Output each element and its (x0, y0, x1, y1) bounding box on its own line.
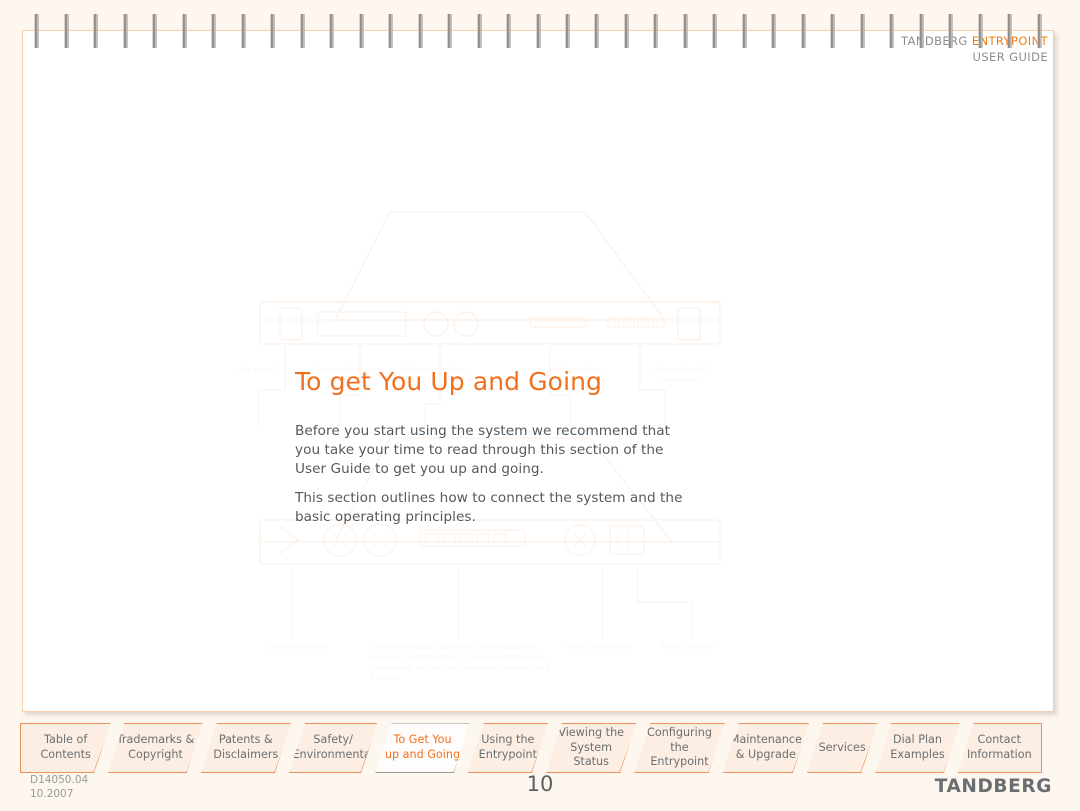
tab-label: Contact Information (966, 733, 1032, 761)
tab-label: Dial Plan Examples (890, 733, 945, 761)
tab-label: Safety/Environmental (292, 733, 374, 761)
tab-label: Configuring the Entrypoint (647, 725, 712, 769)
tab-label: Using the Entrypoint (478, 733, 537, 761)
tab-dial-plan-examples[interactable]: Dial Plan Examples (875, 723, 959, 773)
body-paragraph-1: Before you start using the system we rec… (295, 422, 670, 478)
tab-using-the-entrypoint[interactable]: Using the Entrypoint (468, 723, 548, 773)
tab-divider-chevron-icon (943, 724, 961, 774)
tab-to-get-you-up-and-going[interactable]: To Get You up and Going (375, 723, 469, 773)
tab-table-of-contents[interactable]: Table of Contents (20, 723, 110, 773)
tab-divider-chevron-icon (531, 724, 549, 774)
tab-divider-chevron-icon (360, 724, 378, 774)
tab-configuring-the-entrypoint[interactable]: Configuring the Entrypoint (634, 723, 724, 773)
page-header: TANDBERG ENTRYPOINT USER GUIDE (901, 34, 1048, 65)
tab-divider-chevron-icon (186, 724, 204, 774)
header-brand: TANDBERG (901, 34, 968, 48)
tab-maintenance-upgrade[interactable]: Maintenance & Upgrade (723, 723, 809, 773)
tab-divider-chevron-icon (708, 724, 726, 774)
tab-divider-chevron-icon (792, 724, 810, 774)
tab-viewing-the-system-status[interactable]: Viewing the System Status (546, 723, 636, 773)
tab-label: Patents & Disclaimers (213, 733, 279, 761)
tab-label: Services (818, 740, 866, 754)
tab-divider-chevron-icon (453, 724, 471, 774)
tab-patents-disclaimers[interactable]: Patents & Disclaimers (201, 723, 291, 773)
tab-label: To Get You up and Going (384, 733, 461, 761)
tab-services[interactable]: Services (807, 723, 877, 773)
footer-logo: TANDBERG (934, 776, 1052, 797)
body-paragraph-2: This section outlines how to connect the… (295, 489, 683, 526)
tab-divider-chevron-icon (274, 724, 292, 774)
tab-label: Table of Contents (40, 733, 91, 761)
tab-divider-chevron-icon (619, 724, 637, 774)
header-product: ENTRYPOINT (971, 34, 1048, 48)
header-brandline: TANDBERG ENTRYPOINT (901, 34, 1048, 50)
tab-trademarks-copyright[interactable]: Trademarks & Copyright (108, 723, 202, 773)
tab-label: Trademarks & Copyright (116, 733, 195, 761)
document-canvas: TANDBERG ENTRYPOINT USER GUIDE To get Yo… (0, 0, 1080, 811)
page-title: To get You Up and Going (295, 367, 603, 396)
tab-label: Maintenance & Upgrade (729, 733, 802, 761)
tab-divider-chevron-icon (860, 724, 878, 774)
header-subtitle: USER GUIDE (972, 49, 1048, 64)
tab-contact-information[interactable]: Contact Information (957, 723, 1042, 773)
section-tab-bar[interactable]: Table of Contents Trademarks & Copyright Pat… (20, 723, 1064, 773)
main-content: To get You Up and Going Before you start… (295, 368, 695, 537)
tab-safety-environmental[interactable]: Safety/Environmental (289, 723, 377, 773)
tab-divider-chevron-icon (93, 724, 111, 774)
page-number: 10 (526, 772, 554, 796)
tab-label: Viewing the System Status (558, 725, 625, 769)
